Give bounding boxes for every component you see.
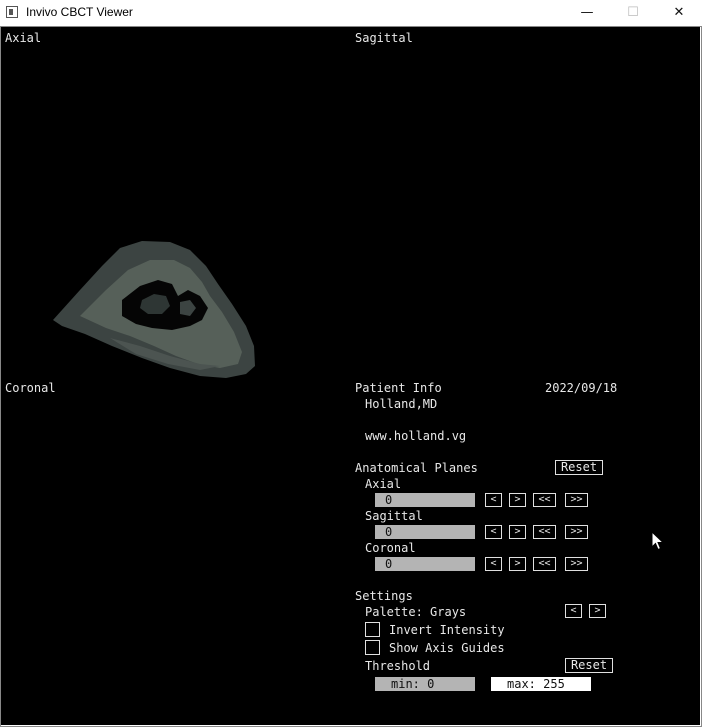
- axial-scan-image[interactable]: [50, 238, 260, 380]
- threshold-label: Threshold: [365, 659, 431, 673]
- axial-next-button[interactable]: >: [509, 493, 526, 507]
- anatomical-planes-heading: Anatomical Planes: [355, 461, 478, 475]
- sagittal-view-label: Sagittal: [355, 31, 413, 45]
- app-icon: [6, 6, 18, 18]
- threshold-max-field[interactable]: max: 255: [491, 677, 591, 691]
- maximize-button[interactable]: ☐: [610, 0, 656, 26]
- threshold-min-field[interactable]: min: 0: [375, 677, 475, 691]
- planes-reset-button[interactable]: Reset: [555, 460, 603, 475]
- threshold-reset-button[interactable]: Reset: [565, 658, 613, 673]
- axial-first-button[interactable]: <<: [533, 493, 556, 507]
- title-bar: Invivo CBCT Viewer — ☐ ✕: [0, 0, 702, 26]
- settings-heading: Settings: [355, 589, 413, 603]
- axis-guides-label: Show Axis Guides: [389, 641, 505, 655]
- invert-intensity-label: Invert Intensity: [389, 623, 505, 637]
- axial-plane-label: Axial: [365, 477, 402, 491]
- scan-date: 2022/09/18: [545, 381, 618, 395]
- website-text: www.holland.vg: [365, 429, 467, 443]
- palette-next-button[interactable]: >: [589, 604, 606, 618]
- coronal-first-button[interactable]: <<: [533, 557, 556, 571]
- axial-last-button[interactable]: >>: [565, 493, 588, 507]
- coronal-next-button[interactable]: >: [509, 557, 526, 571]
- axis-guides-checkbox[interactable]: [365, 640, 380, 655]
- coronal-slice-field[interactable]: 0: [375, 557, 475, 571]
- mouse-pointer-icon: [651, 531, 665, 551]
- coronal-last-button[interactable]: >>: [565, 557, 588, 571]
- coronal-view-label: Coronal: [5, 381, 56, 395]
- sagittal-prev-button[interactable]: <: [485, 525, 502, 539]
- coronal-plane-label: Coronal: [365, 541, 416, 555]
- close-button[interactable]: ✕: [656, 0, 702, 26]
- palette-label: Palette: Grays: [365, 605, 467, 619]
- sagittal-slice-field[interactable]: 0: [375, 525, 475, 539]
- minimize-button[interactable]: —: [564, 0, 610, 26]
- palette-prev-button[interactable]: <: [565, 604, 582, 618]
- invert-intensity-checkbox[interactable]: [365, 622, 380, 637]
- sagittal-plane-label: Sagittal: [365, 509, 423, 523]
- window-title: Invivo CBCT Viewer: [26, 5, 133, 19]
- coronal-prev-button[interactable]: <: [485, 557, 502, 571]
- patient-name: Holland,MD: [365, 397, 438, 411]
- sagittal-first-button[interactable]: <<: [533, 525, 556, 539]
- patient-info-heading: Patient Info: [355, 381, 442, 395]
- axial-view-label: Axial: [5, 31, 42, 45]
- axial-slice-field[interactable]: 0: [375, 493, 475, 507]
- sagittal-next-button[interactable]: >: [509, 525, 526, 539]
- sagittal-last-button[interactable]: >>: [565, 525, 588, 539]
- axial-prev-button[interactable]: <: [485, 493, 502, 507]
